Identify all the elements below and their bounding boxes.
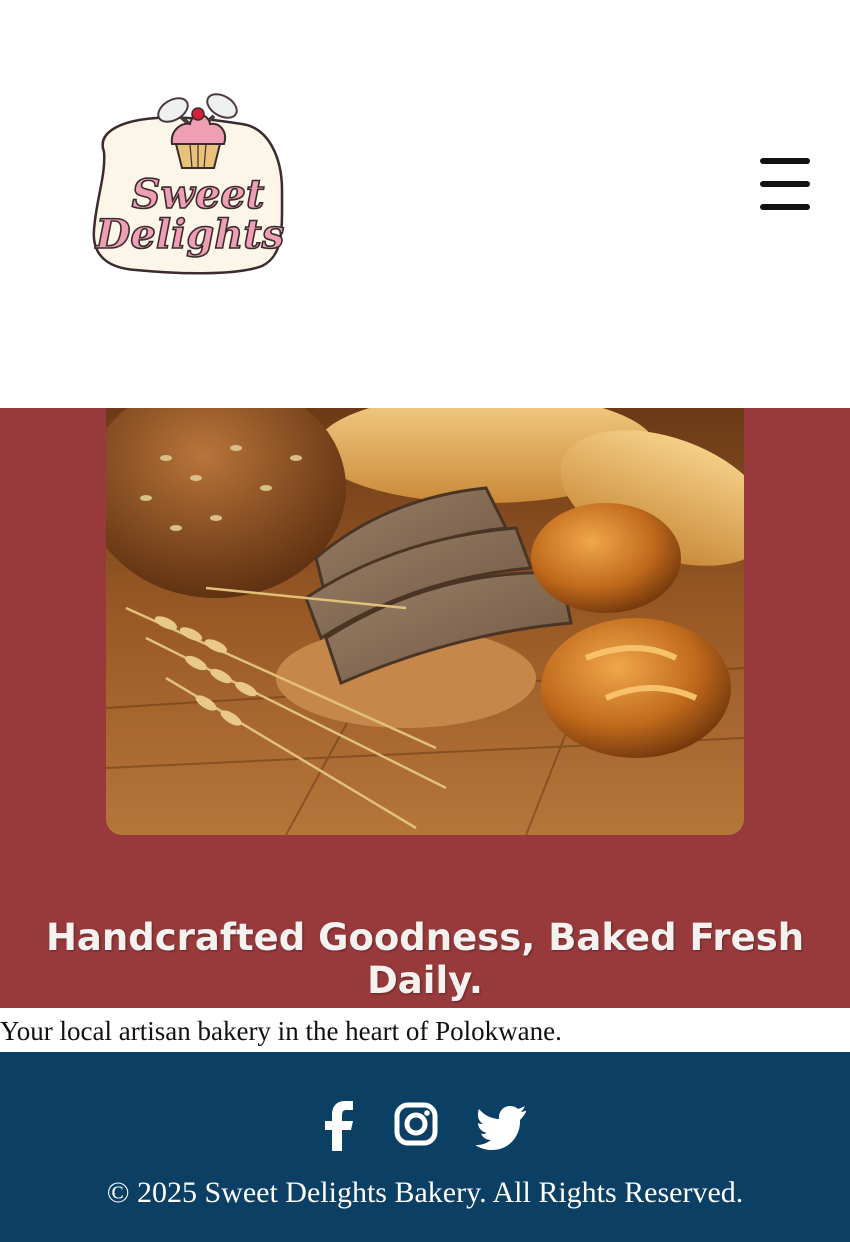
- site-footer: © 2025 Sweet Delights Bakery. All Rights…: [0, 1052, 850, 1242]
- instagram-icon[interactable]: [394, 1100, 438, 1152]
- logo-text-delights: Delights: [95, 211, 285, 258]
- hamburger-menu-icon[interactable]: [760, 158, 810, 212]
- site-header: Sweet Delights: [0, 0, 850, 408]
- social-links: [0, 1100, 850, 1152]
- facebook-icon[interactable]: [320, 1100, 360, 1152]
- hero-headline: Handcrafted Goodness, Baked Fresh Daily.: [45, 916, 805, 1002]
- twitter-icon[interactable]: [475, 1100, 527, 1152]
- logo[interactable]: Sweet Delights: [56, 40, 326, 330]
- copyright-text: © 2025 Sweet Delights Bakery. All Rights…: [106, 1176, 744, 1209]
- hamburger-bar: [760, 181, 810, 187]
- hamburger-bar: [760, 158, 810, 164]
- hamburger-bar: [760, 204, 810, 210]
- hero-tagline: Your local artisan bakery in the heart o…: [0, 1016, 562, 1046]
- hero-section: Handcrafted Goodness, Baked Fresh Daily.: [0, 408, 850, 1008]
- hero-image: [106, 408, 744, 835]
